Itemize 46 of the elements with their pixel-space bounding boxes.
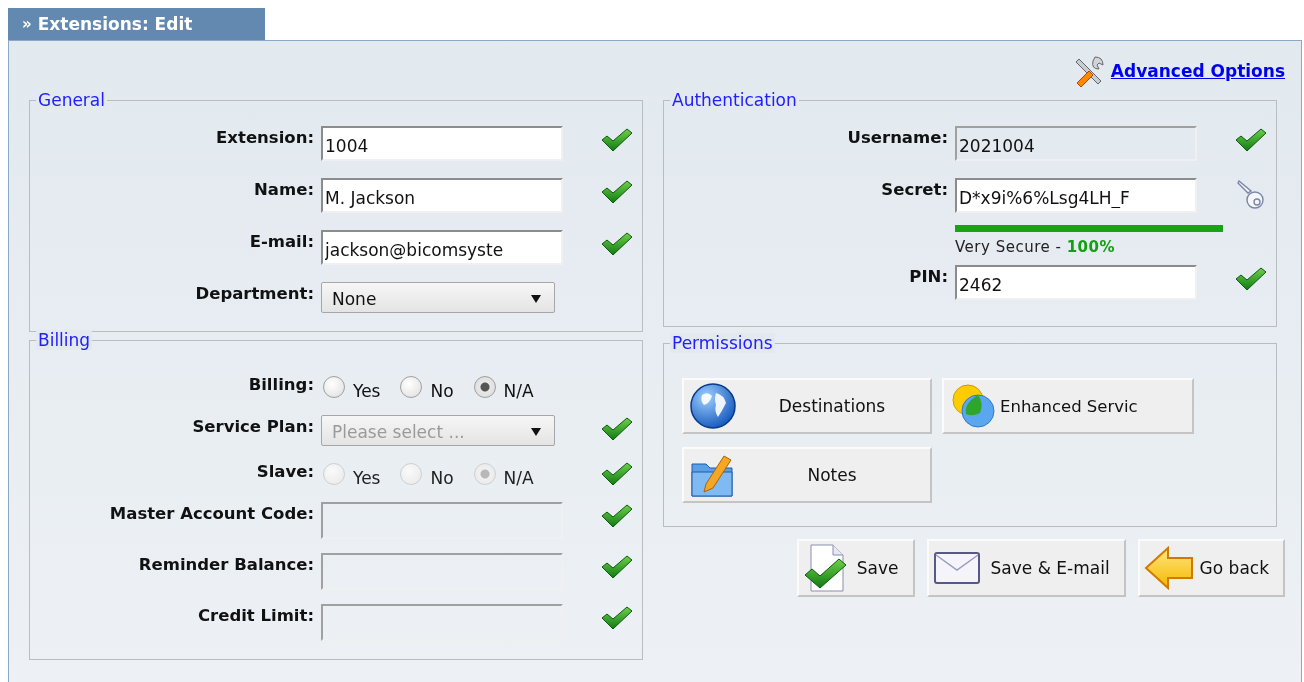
field-label: PIN: [908, 266, 948, 286]
field-label: Name: [253, 179, 314, 199]
permission-button[interactable]: Enhanced Servic [942, 378, 1194, 434]
field-label: Service Plan: [191, 416, 314, 436]
dropdown-field[interactable]: None [321, 282, 555, 313]
text-field[interactable]: 1004 [321, 126, 563, 161]
save-button[interactable]: Save [796, 539, 915, 597]
caret-icon [530, 293, 542, 304]
globe-icon [688, 381, 738, 431]
advanced-options-link[interactable]: Advanced Options [1110, 60, 1285, 81]
radio-button[interactable] [473, 376, 496, 398]
caret-icon [530, 426, 542, 437]
text-field[interactable]: 2462 [955, 265, 1197, 300]
field-label: Master Account Code: [108, 503, 314, 523]
field-label: Department: [194, 283, 314, 303]
text-field[interactable]: M. Jackson [321, 178, 563, 213]
radio-label: Yes [353, 467, 381, 488]
field-label: Credit Limit: [196, 605, 314, 625]
permission-button[interactable]: Destinations [682, 378, 932, 434]
strength-text: Very Secure - 100% [955, 238, 1116, 256]
save-email-button[interactable]: Save & E-mail [926, 539, 1126, 597]
key-icon [1235, 180, 1267, 210]
radio-label: No [430, 467, 454, 488]
left-arrow-icon [1143, 546, 1194, 590]
chevron-marker: » [22, 15, 32, 33]
field-label: E-mail: [248, 231, 314, 251]
text-field[interactable]: jackson@bicomsyste [321, 230, 563, 265]
field-label: Billing: [247, 374, 314, 394]
radio-label: Yes [353, 380, 381, 401]
envelope-icon [932, 550, 981, 586]
radio-label: No [430, 380, 454, 401]
page-title: Extensions: Edit [37, 14, 193, 34]
field-label: Extension: [215, 127, 314, 147]
radio-button[interactable] [400, 376, 423, 398]
password-field[interactable]: D*x9i%6%Lsg4LH_F [955, 178, 1197, 213]
field-label: Reminder Balance: [137, 554, 314, 574]
field-label: Slave: [255, 461, 314, 481]
go-back-button[interactable]: Go back [1137, 539, 1285, 597]
radio-button[interactable] [323, 376, 345, 398]
radio-label: N/A [503, 380, 534, 401]
radio-label: N/A [503, 467, 534, 488]
section-legend: Billing [36, 330, 93, 350]
field-label: Secret: [880, 179, 948, 199]
section-legend: Permissions [670, 333, 775, 353]
permission-button[interactable]: Notes [682, 447, 932, 503]
field-label: Username: [846, 127, 948, 147]
